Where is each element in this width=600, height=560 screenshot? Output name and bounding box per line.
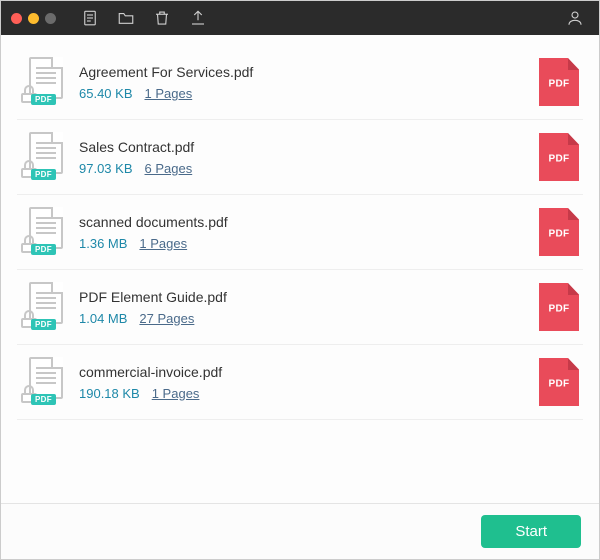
pdf-badge-label: PDF — [539, 79, 579, 90]
window-controls — [11, 13, 56, 24]
pdf-tag: PDF — [31, 169, 56, 180]
file-name: PDF Element Guide.pdf — [79, 289, 525, 305]
locked-pdf-icon: PDF — [21, 282, 65, 332]
file-row[interactable]: PDF Sales Contract.pdf 97.03 KB 6 Pages … — [17, 120, 583, 195]
pdf-badge-label: PDF — [539, 304, 579, 315]
file-row[interactable]: PDF commercial-invoice.pdf 190.18 KB 1 P… — [17, 345, 583, 420]
locked-pdf-icon: PDF — [21, 357, 65, 407]
file-size: 190.18 KB — [79, 386, 140, 401]
file-pages-link[interactable]: 1 Pages — [139, 236, 187, 251]
file-list: PDF Agreement For Services.pdf 65.40 KB … — [1, 35, 599, 503]
pdf-output-badge[interactable]: PDF — [539, 133, 579, 181]
file-name: Sales Contract.pdf — [79, 139, 525, 155]
pdf-badge-label: PDF — [539, 379, 579, 390]
upload-icon[interactable] — [184, 4, 212, 32]
close-window-button[interactable] — [11, 13, 22, 24]
trash-icon[interactable] — [148, 4, 176, 32]
file-size: 1.36 MB — [79, 236, 127, 251]
file-info: PDF Element Guide.pdf 1.04 MB 27 Pages — [79, 289, 525, 326]
pdf-output-badge[interactable]: PDF — [539, 208, 579, 256]
file-size: 1.04 MB — [79, 311, 127, 326]
file-info: commercial-invoice.pdf 190.18 KB 1 Pages — [79, 364, 525, 401]
pdf-output-badge[interactable]: PDF — [539, 283, 579, 331]
folder-icon[interactable] — [112, 4, 140, 32]
document-icon[interactable] — [76, 4, 104, 32]
maximize-window-button[interactable] — [45, 13, 56, 24]
file-name: Agreement For Services.pdf — [79, 64, 525, 80]
file-pages-link[interactable]: 27 Pages — [139, 311, 194, 326]
user-icon[interactable] — [561, 4, 589, 32]
file-size: 97.03 KB — [79, 161, 133, 176]
pdf-tag: PDF — [31, 394, 56, 405]
pdf-tag: PDF — [31, 94, 56, 105]
file-pages-link[interactable]: 1 Pages — [145, 86, 193, 101]
file-row[interactable]: PDF PDF Element Guide.pdf 1.04 MB 27 Pag… — [17, 270, 583, 345]
start-button[interactable]: Start — [481, 515, 581, 548]
pdf-output-badge[interactable]: PDF — [539, 358, 579, 406]
locked-pdf-icon: PDF — [21, 57, 65, 107]
titlebar — [1, 1, 599, 35]
pdf-output-badge[interactable]: PDF — [539, 58, 579, 106]
file-row[interactable]: PDF scanned documents.pdf 1.36 MB 1 Page… — [17, 195, 583, 270]
app-window: PDF Agreement For Services.pdf 65.40 KB … — [0, 0, 600, 560]
file-row[interactable]: PDF Agreement For Services.pdf 65.40 KB … — [17, 45, 583, 120]
file-pages-link[interactable]: 6 Pages — [145, 161, 193, 176]
pdf-badge-label: PDF — [539, 154, 579, 165]
pdf-tag: PDF — [31, 319, 56, 330]
locked-pdf-icon: PDF — [21, 207, 65, 257]
minimize-window-button[interactable] — [28, 13, 39, 24]
file-name: scanned documents.pdf — [79, 214, 525, 230]
footer: Start — [1, 503, 599, 559]
file-info: Sales Contract.pdf 97.03 KB 6 Pages — [79, 139, 525, 176]
file-pages-link[interactable]: 1 Pages — [152, 386, 200, 401]
file-info: Agreement For Services.pdf 65.40 KB 1 Pa… — [79, 64, 525, 101]
pdf-tag: PDF — [31, 244, 56, 255]
locked-pdf-icon: PDF — [21, 132, 65, 182]
file-name: commercial-invoice.pdf — [79, 364, 525, 380]
file-size: 65.40 KB — [79, 86, 133, 101]
file-info: scanned documents.pdf 1.36 MB 1 Pages — [79, 214, 525, 251]
pdf-badge-label: PDF — [539, 229, 579, 240]
